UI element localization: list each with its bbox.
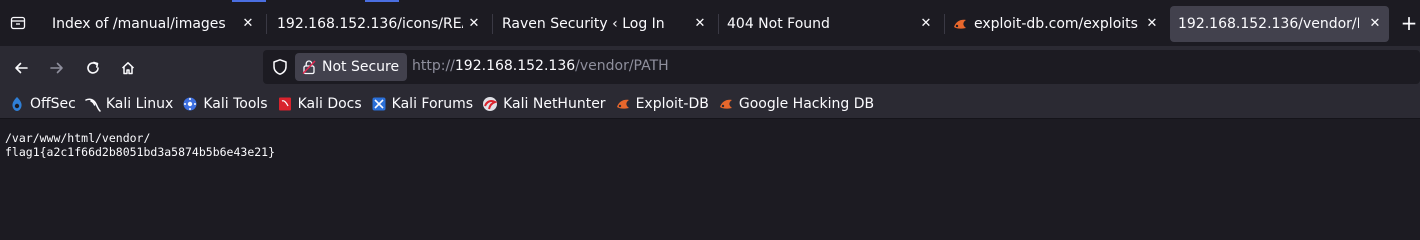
tab-title: 404 Not Found <box>727 16 830 32</box>
arrow-right-icon <box>50 62 63 74</box>
arrow-left-icon <box>15 62 28 74</box>
new-tab-button[interactable]: + <box>1398 11 1420 35</box>
tab-title: Raven Security ‹ Log In <box>502 16 665 32</box>
bookmark-offsec[interactable]: OffSec <box>9 96 76 112</box>
list-all-tabs-button[interactable] <box>6 10 30 36</box>
bookmark-label: Kali Docs <box>297 96 362 112</box>
bookmark-label: Google Hacking DB <box>738 96 875 112</box>
shield-icon[interactable] <box>271 58 289 76</box>
bookmark-kali-nethunter[interactable]: Kali NetHunter <box>482 96 606 112</box>
tab-title: Index of /manual/images <box>52 16 226 32</box>
close-icon[interactable]: ✕ <box>1367 15 1383 31</box>
tab-vendor-path[interactable]: 192.168.152.136/vendor/PATH ✕ <box>1170 6 1389 42</box>
reload-icon <box>87 61 99 74</box>
site-security-button[interactable]: Not Secure <box>295 53 408 81</box>
bookmark-kali-linux[interactable]: Kali Linux <box>85 96 173 112</box>
tab-raven-login[interactable]: Raven Security ‹ Log In ✕ <box>492 6 719 42</box>
bookmark-label: Kali Tools <box>203 96 268 112</box>
bookmark-label: OffSec <box>30 96 76 112</box>
bookmark-kali-docs[interactable]: Kali Docs <box>277 96 362 112</box>
tab-title: 192.168.152.136/icons/README <box>277 16 463 32</box>
page-content: /var/www/html/vendor/flag1{a2c1f66d2b805… <box>0 119 1420 225</box>
close-icon[interactable]: ✕ <box>692 15 708 31</box>
plain-text-document: /var/www/html/vendor/flag1{a2c1f66d2b805… <box>5 131 275 159</box>
tab-loading-indicator <box>232 0 266 2</box>
tab-list-icon <box>10 16 26 30</box>
home-icon <box>121 62 135 75</box>
close-icon[interactable]: ✕ <box>1144 15 1160 31</box>
nethunter-icon <box>483 97 498 111</box>
kali-tools-icon <box>183 97 197 111</box>
insecure-lock-icon <box>302 60 316 75</box>
bookmark-kali-forums[interactable]: Kali Forums <box>371 96 473 112</box>
tab-title: 192.168.152.136/vendor/PATH <box>1178 16 1359 32</box>
reload-button[interactable] <box>81 56 105 80</box>
close-icon[interactable]: ✕ <box>240 15 256 31</box>
tab-manual-images[interactable]: Index of /manual/images ✕ <box>40 6 267 42</box>
offsec-icon <box>12 97 22 111</box>
url-text[interactable]: http://192.168.152.136/vendor/PATH <box>412 58 669 74</box>
address-bar[interactable]: Not Secure http://192.168.152.136/vendor… <box>263 50 1420 84</box>
bookmark-kali-tools[interactable]: Kali Tools <box>182 96 268 112</box>
bookmark-exploit-db[interactable]: Exploit-DB <box>615 96 709 112</box>
text-line-flag: flag1{a2c1f66d2b8051bd3a5874b5b6e43e21} <box>5 145 276 159</box>
tab-404[interactable]: 404 Not Found ✕ <box>718 6 945 42</box>
close-icon[interactable]: ✕ <box>466 15 482 31</box>
back-button[interactable] <box>9 56 33 80</box>
kali-dragon-icon <box>85 98 101 112</box>
forward-button[interactable] <box>45 56 69 80</box>
text-line-path: /var/www/html/vendor/ <box>5 131 151 145</box>
bookmark-label: Kali Forums <box>391 96 474 112</box>
tab-exploit-db[interactable]: exploit-db.com/exploits/4 ✕ <box>944 6 1170 42</box>
bookmark-google-hacking-db[interactable]: Google Hacking DB <box>718 96 874 112</box>
url-host: 192.168.152.136 <box>454 58 576 74</box>
navigation-toolbar: Not Secure http://192.168.152.136/vendor… <box>0 46 1420 90</box>
bookmark-label: Kali Linux <box>105 96 174 112</box>
home-button[interactable] <box>116 56 140 80</box>
kali-docs-icon <box>278 97 291 111</box>
tab-loading-indicator <box>365 0 399 2</box>
tab-title: exploit-db.com/exploits/4 <box>974 16 1138 32</box>
tab-strip: Index of /manual/images ✕ 192.168.152.13… <box>0 0 1420 46</box>
url-path: /vendor/PATH <box>575 58 669 74</box>
tab-icons-readme[interactable]: 192.168.152.136/icons/README ✕ <box>266 6 493 42</box>
url-scheme: http:// <box>412 58 455 74</box>
close-icon[interactable]: ✕ <box>918 15 934 31</box>
exploit-db-icon <box>616 99 629 109</box>
ghdb-icon <box>719 99 732 109</box>
bookmark-label: Kali NetHunter <box>503 96 606 112</box>
kali-forums-icon <box>372 97 386 111</box>
exploit-db-icon <box>954 19 966 29</box>
bookmarks-toolbar: OffSec Kali Linux Kali Tools Kali Docs K… <box>0 90 1420 119</box>
bookmark-label: Exploit-DB <box>635 96 709 112</box>
not-secure-label: Not Secure <box>322 59 400 75</box>
